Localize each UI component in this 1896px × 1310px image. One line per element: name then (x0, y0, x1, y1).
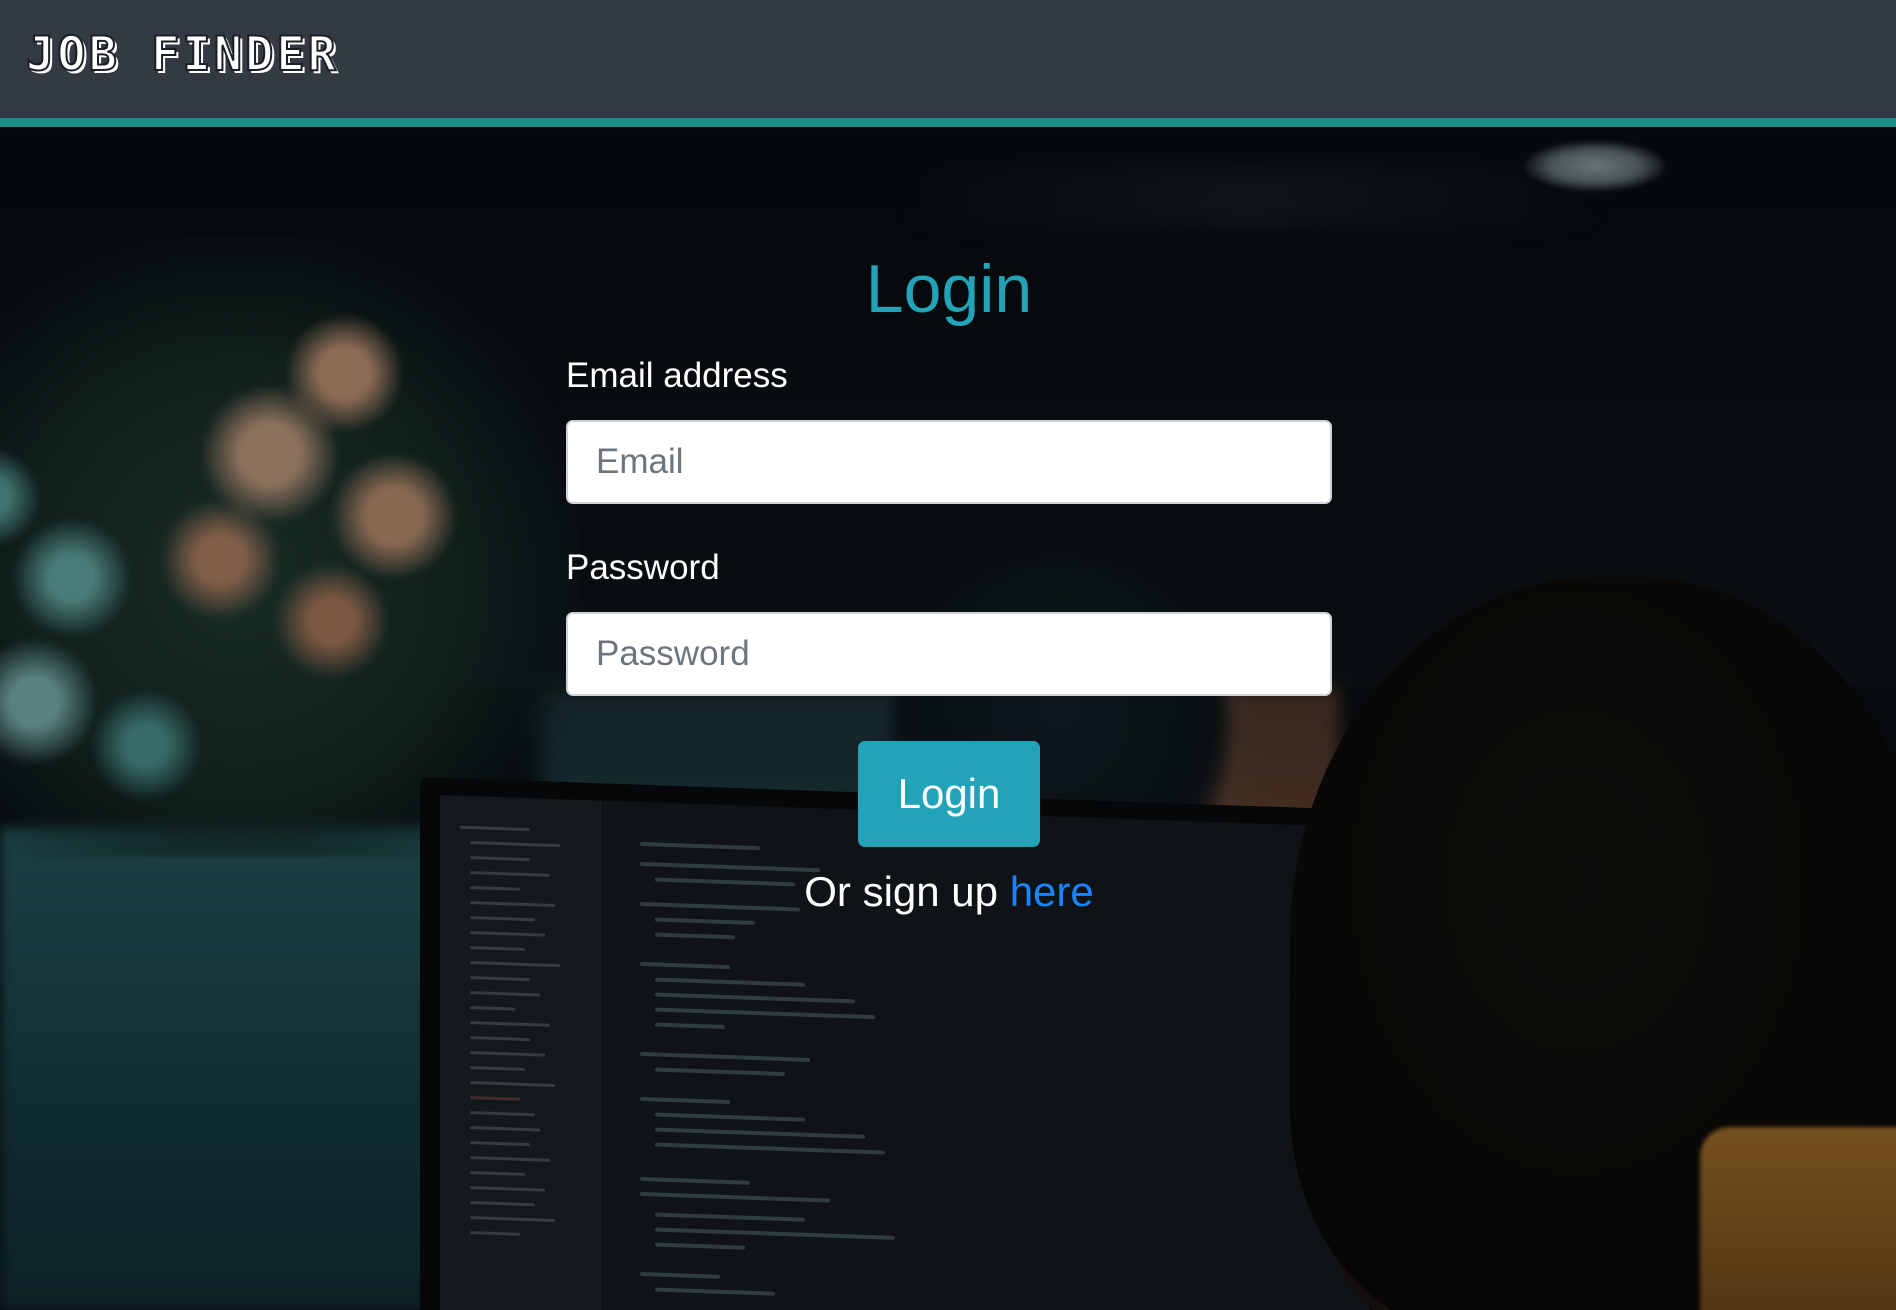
password-label: Password (566, 548, 720, 587)
password-field[interactable] (566, 612, 1332, 696)
signup-prefix: Or sign up (804, 868, 1010, 915)
signup-prompt: Or sign up here (566, 867, 1332, 917)
signup-link[interactable]: here (1010, 868, 1094, 915)
login-button[interactable]: Login (858, 741, 1040, 847)
brand-logo[interactable]: JOB FINDER (25, 27, 339, 83)
navbar: JOB FINDER (0, 0, 1896, 127)
email-label: Email address (566, 356, 788, 395)
page-title: Login (865, 251, 1033, 327)
email-field[interactable] (566, 420, 1332, 504)
